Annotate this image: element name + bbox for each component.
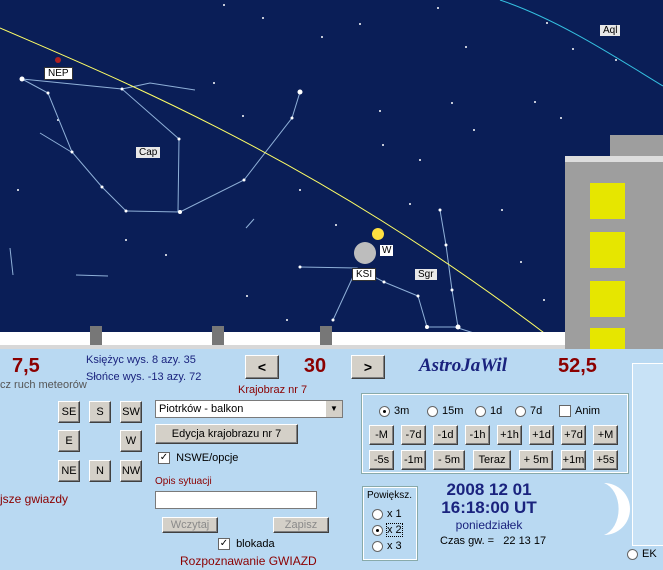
limit-magnitude-value: 7,5 [12,355,40,377]
step-minus-5s-button[interactable]: -5s [369,450,394,470]
control-panel: 7,5 cz ruch meteorów jsze gwiazdy SE S S… [0,349,663,570]
zoom-group: Powiększ. x 1 x 2 x 3 [362,486,418,561]
step-minus-1d-button[interactable]: -1d [433,425,458,445]
sgr-label: Sgr [415,269,437,280]
prev-landscape-button[interactable]: < [245,355,279,379]
meteor-caption: cz ruch meteorów [0,379,87,391]
step-plus-7d-button[interactable]: +7d [561,425,586,445]
compass-e-button[interactable]: E [58,430,80,452]
step-option-15m[interactable]: 15m [427,405,463,417]
nswe-option[interactable]: ✓ NSWE/opcje [158,452,239,465]
step-minus-1m-button[interactable]: -1m [401,450,426,470]
sky-view[interactable]: NEP Cap Aql Sgr KSI W [0,0,663,350]
time-display: 16:18:00 UT [441,498,537,517]
side-panel [632,363,663,546]
step-plus-month-button[interactable]: +M [593,425,618,445]
step-plus-1d-button[interactable]: +1d [529,425,554,445]
aql-label: Aql [600,25,621,36]
sky-chart[interactable] [0,0,663,350]
step-minus-1h-button[interactable]: -1h [465,425,490,445]
landscape-number: 30 [303,355,327,377]
compass-w-button[interactable]: W [120,430,142,452]
lock-option[interactable]: ✓ blokada [218,538,275,551]
save-button[interactable]: Zapisz [273,517,329,533]
brightest-stars-caption: jsze gwiazdy [0,492,69,506]
situation-input[interactable] [155,491,317,509]
step-minus-month-button[interactable]: -M [369,425,394,445]
zoom-title: Powiększ. [367,490,413,501]
compass-ne-button[interactable]: NE [58,460,80,482]
nep-marker [55,57,61,63]
cap-label: Cap [136,147,161,158]
app-title: AstroJaWil [419,355,507,376]
compass-n-button[interactable]: N [89,460,111,482]
step-option-1d[interactable]: 1d [475,405,502,417]
ksi-label: KSI [352,268,377,281]
step-option-3m[interactable]: 3m [379,405,409,417]
step-plus-5m-button[interactable]: + 5m [519,450,553,470]
compass-nw-button[interactable]: NW [120,460,142,482]
sidereal-time: Czas gw. = 22 13 17 [440,535,547,547]
moon-phase-icon [604,483,630,535]
landscape-select[interactable]: Piotrków - balkon ▼ [155,400,343,418]
landscape-caption: Krajobraz nr 7 [238,384,308,396]
edit-landscape-button[interactable]: Edycja krajobrazu nr 7 [155,424,298,444]
right-magnitude-value: 52,5 [558,355,597,377]
landscape-select-value: Piotrków - balkon [159,403,244,415]
star-recognition-label[interactable]: Rozpoznawanie GWIAZD [180,554,317,568]
chevron-down-icon[interactable]: ▼ [326,401,342,417]
compass-se-button[interactable]: SE [58,401,80,423]
moon-info: Księżyc wys. 8 azy. 35 [86,354,196,366]
date-display: 2008 12 01 [446,480,532,499]
zoom-option-x1[interactable]: x 1 [372,508,402,520]
situation-label: Opis sytuacji [155,476,212,487]
zoom-option-x3[interactable]: x 3 [372,540,402,552]
load-button[interactable]: Wczytaj [162,517,218,533]
step-plus-5s-button[interactable]: +5s [593,450,618,470]
weekday-display: poniedziałek [455,518,523,532]
ek-label: EK [642,548,657,560]
ek-option[interactable]: EK [627,548,657,560]
step-minus-7d-button[interactable]: -7d [401,425,426,445]
window [590,183,625,219]
moon-icon[interactable] [354,242,376,264]
nswe-checkbox[interactable]: ✓ [158,452,170,465]
sun-info: Słońce wys. -13 azy. 72 [86,371,202,383]
step-minus-5m-button[interactable]: - 5m [433,450,465,470]
window [590,232,625,268]
window [590,328,625,350]
anim-checkbox[interactable] [559,405,571,418]
lock-checkbox[interactable]: ✓ [218,538,230,551]
step-option-7d[interactable]: 7d [515,405,542,417]
now-button[interactable]: Teraz [473,450,511,470]
sun-tag-label: W [380,245,394,256]
lock-label: blokada [236,538,275,550]
zoom-option-x2[interactable]: x 2 [372,523,403,537]
next-landscape-button[interactable]: > [351,355,385,379]
step-plus-1h-button[interactable]: +1h [497,425,522,445]
nswe-label: NSWE/opcje [176,452,239,464]
step-plus-1m-button[interactable]: +1m [561,450,586,470]
time-step-group: 3m 15m 1d 7d Anim -M -7d -1d -1h +1h +1d… [361,393,629,474]
sun-icon[interactable] [372,228,384,240]
compass-sw-button[interactable]: SW [120,401,142,423]
nep-label: NEP [44,67,73,80]
compass-s-button[interactable]: S [89,401,111,423]
window [590,281,625,317]
anim-option[interactable]: Anim [559,405,600,418]
